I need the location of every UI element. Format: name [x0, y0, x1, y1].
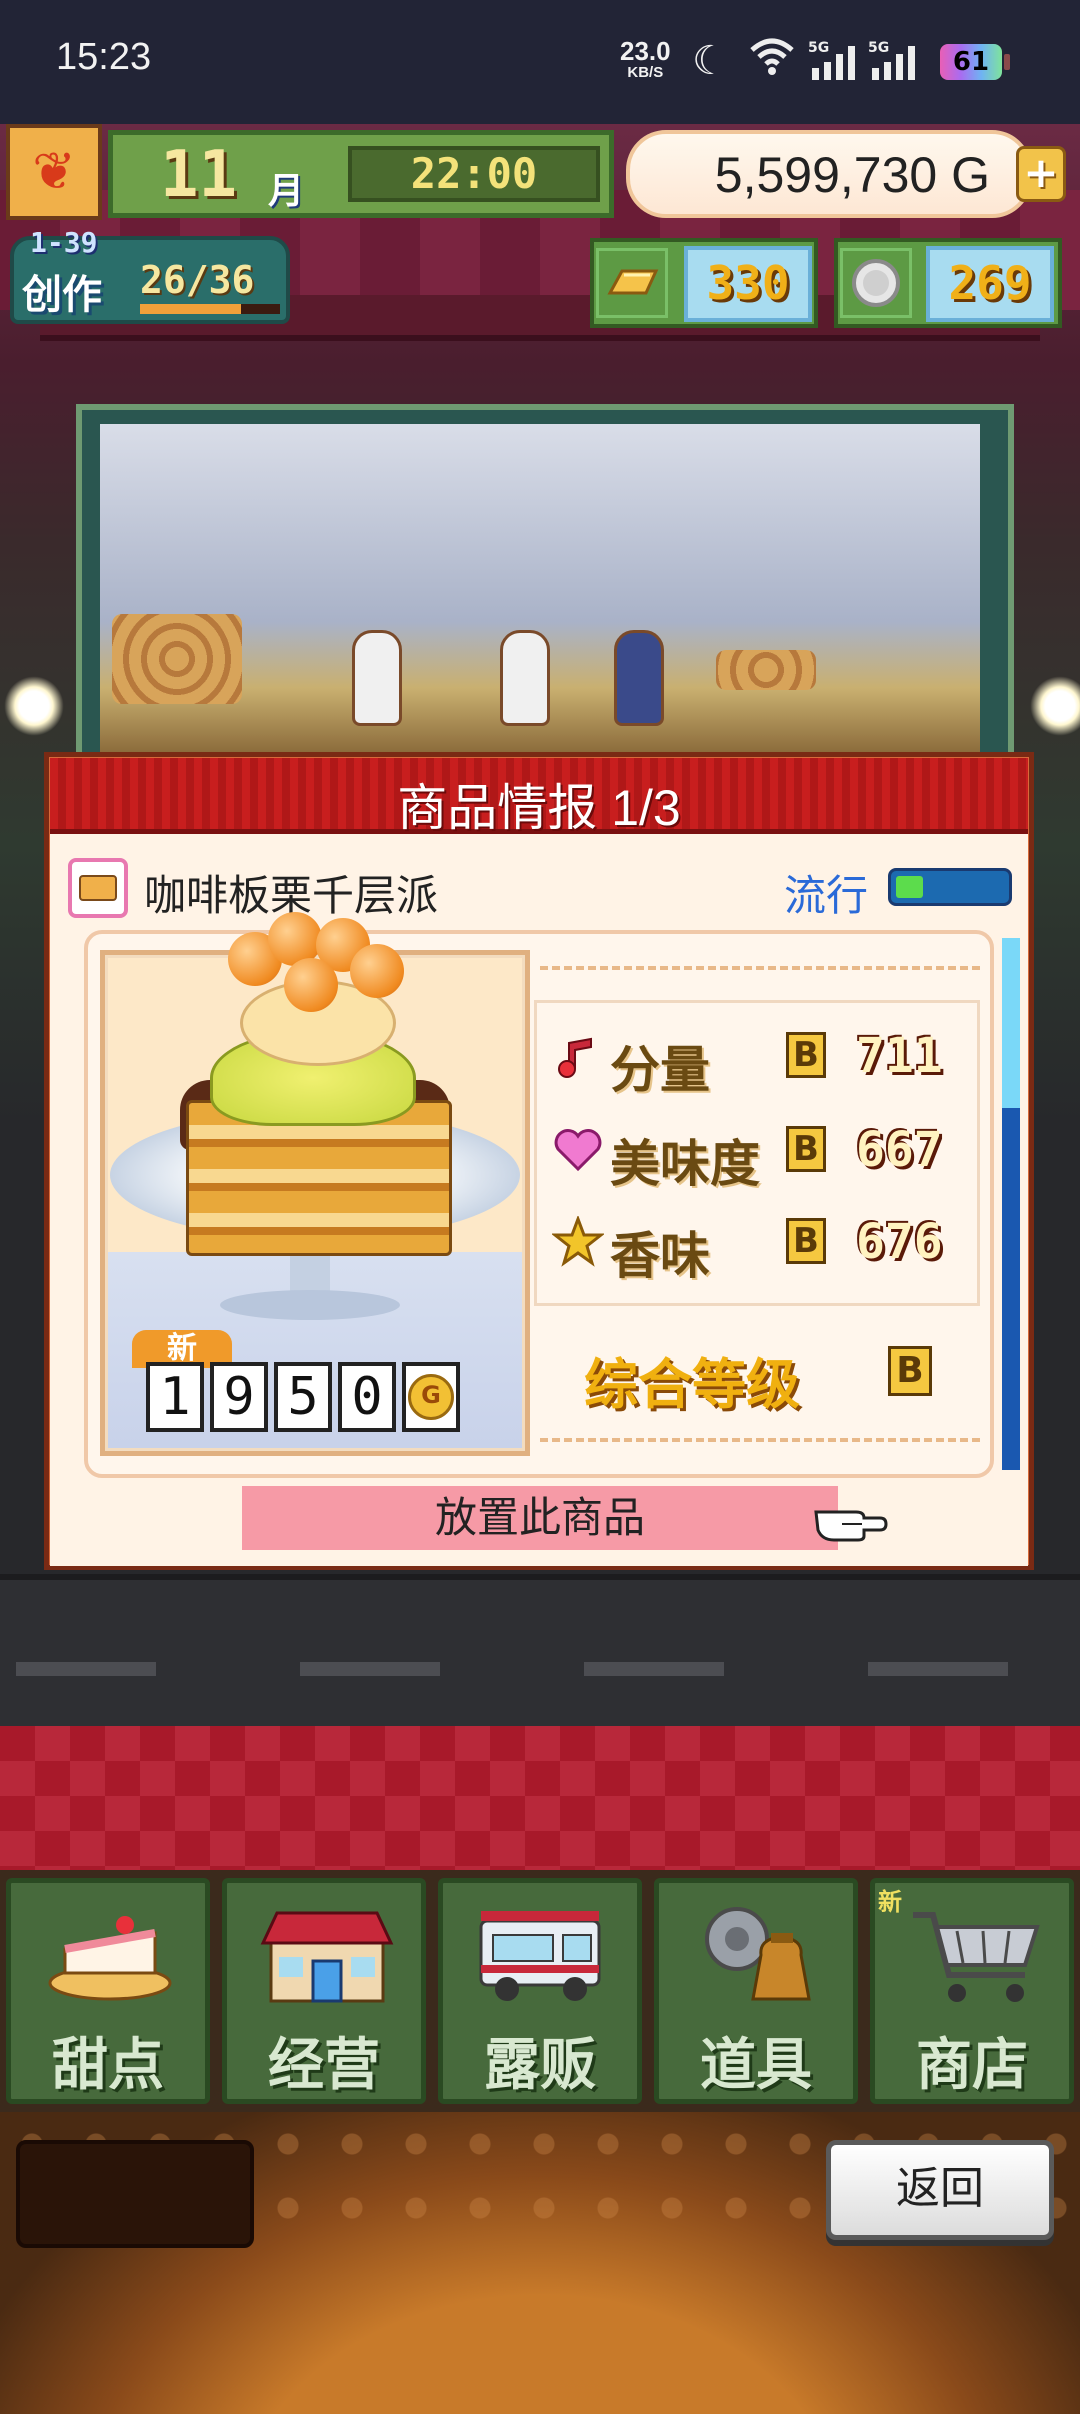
- stat-label: 美味度: [610, 1135, 760, 1193]
- game-clock: 22:00: [348, 146, 600, 202]
- red-carpet: [0, 1726, 1080, 1876]
- road-marking: [300, 1662, 440, 1676]
- plate-base: [220, 1290, 400, 1320]
- status-bar: 15:23 23.0 KB/S ☾ 5G 5G 61: [0, 0, 1080, 124]
- menu-label: 露贩: [484, 2033, 596, 2098]
- price-digit: 0: [338, 1362, 396, 1432]
- staff-figure: [352, 630, 402, 726]
- menu-label: 经营: [268, 2033, 380, 2098]
- create-level: 1-39: [30, 226, 98, 259]
- road-marking: [584, 1662, 724, 1676]
- signal-2-label: 5G: [868, 40, 889, 56]
- trend-meter-fill: [896, 876, 923, 898]
- shop-icon: [260, 1911, 394, 2003]
- divider: [540, 966, 980, 970]
- price-unit: G: [408, 1374, 454, 1420]
- road-marking: [16, 1662, 156, 1676]
- gold-coin-icon: G: [402, 1362, 460, 1432]
- stat-grade: B: [786, 1126, 826, 1172]
- staff-figure: [500, 630, 550, 726]
- net-speed: 23.0 KB/S: [620, 38, 671, 84]
- back-button[interactable]: 返回: [826, 2140, 1054, 2240]
- stat-label: 分量: [610, 1041, 710, 1099]
- place-product-button[interactable]: 放置此商品: [242, 1486, 838, 1550]
- stat-row-aroma: 香味 B 676: [550, 1214, 980, 1285]
- silver-coin-count: 269: [926, 246, 1054, 322]
- stat-value: 711: [856, 1028, 943, 1084]
- stat-label: 香味: [610, 1227, 710, 1285]
- battery-indicator: 61: [940, 44, 1010, 80]
- overall-grade-label: 综合等级: [584, 1353, 800, 1416]
- price-display: 1 9 5 0 G: [146, 1362, 460, 1434]
- cake-icon: [48, 1916, 172, 2001]
- cellular-signal-icon: 5G: [808, 38, 864, 86]
- price-digit: 1: [146, 1362, 204, 1432]
- cellular-signal-icon: 5G: [868, 38, 924, 86]
- gold-bar-icon: [596, 248, 668, 318]
- stat-value: 667: [856, 1122, 943, 1178]
- create-label: 创作: [22, 272, 102, 318]
- create-progress-bar: [140, 304, 280, 314]
- stat-grade: B: [786, 1032, 826, 1078]
- divider: [540, 1438, 980, 1442]
- chestnut-ball: [284, 958, 338, 1012]
- bread-display: [112, 614, 242, 704]
- price-digit: 9: [210, 1362, 268, 1432]
- empty-slot: [16, 2140, 254, 2248]
- store-new-badge: 新: [878, 1888, 902, 1916]
- wifi-icon: [748, 36, 796, 80]
- gold-amount: 5,599,730 G: [714, 147, 990, 203]
- cart-icon: [913, 1912, 1040, 2002]
- signal-1-label: 5G: [808, 40, 829, 56]
- trend-meter: [888, 868, 1012, 906]
- menu-label: 道具: [700, 2033, 812, 2098]
- month-number: 11: [160, 138, 238, 212]
- scrollbar-thumb[interactable]: [1002, 938, 1020, 1108]
- music-note-icon: [550, 1028, 606, 1084]
- lamp-light: [4, 676, 64, 736]
- heart-icon: [550, 1122, 606, 1178]
- star-icon: [550, 1214, 606, 1270]
- stat-grade: B: [786, 1218, 826, 1264]
- trend-label: 流行: [784, 871, 869, 920]
- staff-figure: [614, 630, 664, 726]
- season-leaf-icon[interactable]: ❦: [6, 124, 102, 220]
- add-gold-button[interactable]: +: [1016, 146, 1066, 202]
- menu-label: 甜点: [52, 2033, 164, 2098]
- street: [0, 1574, 1080, 1732]
- road-marking: [868, 1662, 1008, 1676]
- product-category-icon: [68, 858, 128, 918]
- bread-display: [716, 650, 816, 690]
- items-icon: [705, 1907, 811, 2001]
- silver-coin-icon: [840, 248, 912, 318]
- chestnut-ball: [350, 944, 404, 998]
- pointing-hand-icon: [812, 1494, 888, 1544]
- status-time: 15:23: [56, 36, 152, 78]
- overall-grade: B: [888, 1346, 932, 1396]
- stat-row-taste: 美味度 B 667: [550, 1122, 980, 1193]
- menu-label: 商店: [916, 2033, 1028, 2098]
- net-speed-unit: KB/S: [627, 64, 664, 81]
- gold-bar-count: 330: [684, 246, 812, 322]
- dialog-title: 商品情报 1/3: [397, 780, 681, 836]
- food-truck-icon: [479, 1911, 601, 2001]
- create-count: 26/36: [140, 258, 255, 302]
- price-digit: 5: [274, 1362, 332, 1432]
- stat-value: 676: [856, 1214, 943, 1270]
- do-not-disturb-icon: ☾: [692, 38, 728, 84]
- month-label: 月: [268, 171, 305, 212]
- stat-row-volume: 分量 B 711: [550, 1028, 980, 1099]
